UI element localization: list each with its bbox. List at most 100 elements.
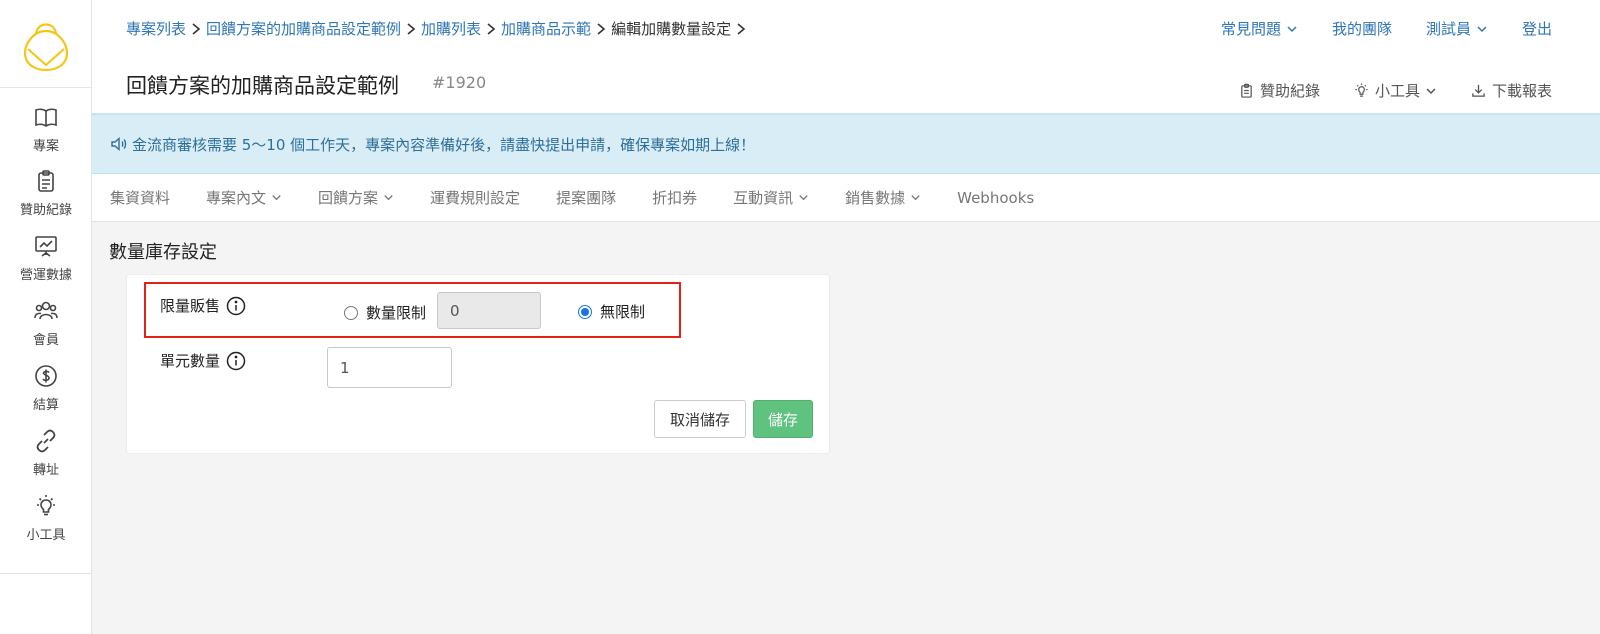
chevron-right-icon bbox=[737, 22, 746, 35]
chevron-down-icon bbox=[272, 195, 281, 201]
limit-sale-text: 限量販售 bbox=[160, 297, 221, 315]
tab-reward-plans[interactable]: 回饋方案 bbox=[318, 187, 394, 208]
sidebar-item-label: 專案 bbox=[32, 139, 59, 154]
sidebar-item-sponsor-records[interactable]: 贊助紀錄 bbox=[0, 168, 92, 228]
info-icon[interactable] bbox=[226, 296, 246, 316]
qty-limit-radio[interactable]: 數量限制 bbox=[344, 302, 426, 323]
lightbulb-icon bbox=[37, 495, 55, 516]
unlimited-radio[interactable]: 無限制 bbox=[578, 301, 645, 322]
tab-label: 折扣券 bbox=[652, 189, 698, 207]
unit-qty-input[interactable]: 1 bbox=[327, 347, 452, 388]
chart-board-icon bbox=[35, 236, 57, 257]
breadcrumb-project[interactable]: 回饋方案的加購商品設定範例 bbox=[206, 18, 401, 39]
chevron-down-icon bbox=[1287, 25, 1297, 32]
qty-limit-input[interactable]: 0 bbox=[437, 292, 541, 329]
unlimited-label: 無限制 bbox=[600, 303, 646, 321]
tab-bar: 集資資料 專案內文 回饋方案 運費規則設定 提案團隊 折扣券 互動資訊 銷售數據… bbox=[92, 174, 1600, 222]
sidebar-item-redirect[interactable]: 轉址 bbox=[0, 428, 92, 488]
faq-dropdown[interactable]: 常見問題 bbox=[1221, 18, 1298, 39]
tab-label: 互動資訊 bbox=[733, 189, 794, 207]
tab-label: 運費規則設定 bbox=[430, 189, 521, 207]
breadcrumb-addon-list[interactable]: 加購列表 bbox=[421, 18, 481, 39]
download-label: 下載報表 bbox=[1491, 82, 1552, 100]
radio-unchecked bbox=[344, 305, 358, 320]
gadget-dropdown[interactable]: 小工具 bbox=[1354, 80, 1437, 101]
clipboard-icon bbox=[38, 170, 54, 192]
sidebar-item-label: 營運數據 bbox=[19, 268, 72, 283]
tab-shipping-rules[interactable]: 運費規則設定 bbox=[430, 187, 520, 208]
tab-label: 專案內文 bbox=[206, 189, 267, 207]
tab-interactions[interactable]: 互動資訊 bbox=[733, 187, 809, 208]
user-name: 測試員 bbox=[1425, 20, 1471, 38]
chevron-right-icon bbox=[597, 22, 606, 35]
unit-qty-label: 單元數量 bbox=[160, 350, 246, 371]
cancel-save-button[interactable]: 取消儲存 bbox=[654, 400, 746, 438]
clipboard-icon bbox=[1241, 83, 1252, 98]
sidebar-divider bbox=[0, 573, 92, 574]
dollar-icon bbox=[35, 365, 57, 387]
limit-sale-label: 限量販售 bbox=[160, 295, 246, 316]
chevron-right-icon bbox=[192, 22, 201, 35]
faq-label: 常見問題 bbox=[1220, 20, 1281, 38]
tab-coupons[interactable]: 折扣券 bbox=[652, 187, 697, 208]
save-button[interactable]: 儲存 bbox=[753, 400, 813, 438]
breadcrumb-project-list[interactable]: 專案列表 bbox=[126, 18, 186, 39]
sidebar-item-label: 贊助紀錄 bbox=[19, 203, 72, 218]
breadcrumb-addon-item[interactable]: 加購商品示範 bbox=[501, 18, 591, 39]
gadget-label: 小工具 bbox=[1374, 82, 1420, 100]
link-icon bbox=[36, 429, 56, 453]
header: 專案列表 回饋方案的加購商品設定範例 加購列表 加購商品示範 編輯加購數量設定 … bbox=[92, 0, 1600, 114]
header-tools: 贊助紀錄 小工具 下載報表 bbox=[1239, 80, 1552, 101]
tab-project-content[interactable]: 專案內文 bbox=[206, 187, 282, 208]
tab-webhooks[interactable]: Webhooks bbox=[957, 189, 1034, 207]
tab-team[interactable]: 提案團隊 bbox=[556, 187, 616, 208]
sidebar-item-label: 轉址 bbox=[32, 463, 59, 478]
section-title: 數量庫存設定 bbox=[109, 242, 217, 263]
download-report-button[interactable]: 下載報表 bbox=[1471, 80, 1552, 101]
tab-label: 銷售數據 bbox=[845, 189, 906, 207]
logo[interactable] bbox=[0, 0, 92, 88]
sidebar-item-label: 會員 bbox=[32, 333, 59, 348]
logo-icon bbox=[23, 22, 69, 71]
user-dropdown[interactable]: 測試員 bbox=[1426, 18, 1488, 39]
chevron-down-icon bbox=[1426, 87, 1436, 94]
chevron-down-icon bbox=[384, 195, 393, 201]
chevron-down-icon bbox=[1477, 25, 1487, 32]
notice-text: 金流商審核需要 5～10 個工作天，專案內容準備好後，請盡快提出申請，確保專案如… bbox=[132, 135, 756, 154]
lightbulb-icon bbox=[1355, 83, 1368, 97]
info-icon[interactable] bbox=[226, 351, 246, 371]
sidebar-item-label: 結算 bbox=[32, 398, 59, 413]
tab-label: 集資資料 bbox=[110, 189, 171, 207]
sidebar-item-members[interactable]: 會員 bbox=[0, 298, 92, 358]
page-title: 回饋方案的加購商品設定範例 bbox=[126, 74, 399, 98]
book-icon bbox=[35, 108, 57, 127]
sidebar-item-gadgets[interactable]: 小工具 bbox=[0, 493, 92, 553]
notice-banner: 金流商審核需要 5～10 個工作天，專案內容準備好後，請盡快提出申請，確保專案如… bbox=[92, 114, 1600, 174]
tab-sales-data[interactable]: 銷售數據 bbox=[845, 187, 921, 208]
chevron-down-icon bbox=[799, 195, 808, 201]
tab-label: Webhooks bbox=[957, 188, 1035, 207]
my-team-link[interactable]: 我的團隊 bbox=[1332, 18, 1392, 39]
top-links: 常見問題 我的團隊 測試員 登出 bbox=[1221, 18, 1552, 39]
tab-label: 回饋方案 bbox=[318, 189, 379, 207]
chevron-down-icon bbox=[911, 195, 920, 201]
sidebar-item-project[interactable]: 專案 bbox=[0, 104, 92, 164]
sponsor-log-label: 贊助紀錄 bbox=[1259, 82, 1320, 100]
sidebar-item-operations[interactable]: 營運數據 bbox=[0, 233, 92, 293]
sponsor-log-button[interactable]: 贊助紀錄 bbox=[1239, 80, 1320, 101]
tab-funding-info[interactable]: 集資資料 bbox=[110, 187, 170, 208]
speaker-icon bbox=[111, 136, 127, 152]
unit-qty-text: 單元數量 bbox=[160, 352, 221, 370]
breadcrumb: 專案列表 回饋方案的加購商品設定範例 加購列表 加購商品示範 編輯加購數量設定 bbox=[126, 18, 751, 39]
radio-checked bbox=[578, 304, 592, 319]
tab-label: 提案團隊 bbox=[556, 189, 617, 207]
sidebar-item-settlement[interactable]: 結算 bbox=[0, 363, 92, 423]
chevron-right-icon bbox=[487, 22, 496, 35]
qty-limit-label: 數量限制 bbox=[366, 304, 427, 322]
sidebar: 專案 贊助紀錄 營運數據 會員 結算 轉址 小工具 bbox=[0, 0, 92, 634]
download-icon bbox=[1472, 84, 1485, 97]
chevron-right-icon bbox=[407, 22, 416, 35]
logout-link[interactable]: 登出 bbox=[1522, 18, 1552, 39]
sidebar-item-label: 小工具 bbox=[26, 528, 66, 543]
breadcrumb-current: 編輯加購數量設定 bbox=[611, 20, 732, 38]
